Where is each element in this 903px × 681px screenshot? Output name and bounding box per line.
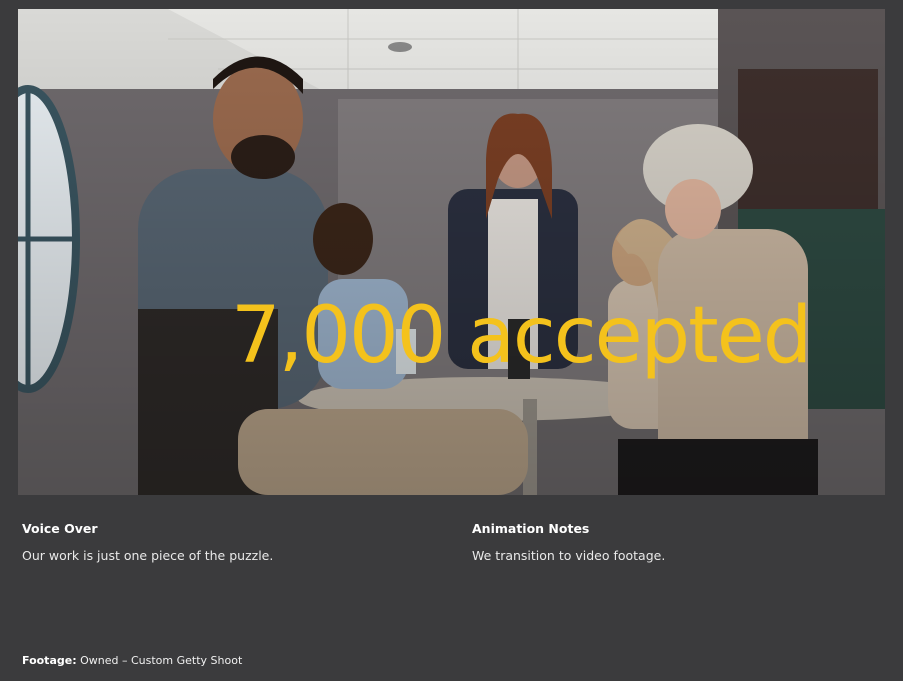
video-frame: 7,000 accepted xyxy=(18,9,885,495)
animation-notes-title: Animation Notes xyxy=(472,521,590,536)
footage-label: Footage: xyxy=(22,654,77,667)
footage-credit: Footage: Owned – Custom Getty Shoot xyxy=(22,654,242,667)
voice-over-title: Voice Over xyxy=(22,521,98,536)
footage-value: Owned – Custom Getty Shoot xyxy=(80,654,243,667)
animation-notes-section: Animation Notes We transition to video f… xyxy=(472,521,892,563)
voice-over-section: Voice Over Our work is just one piece of… xyxy=(22,521,442,563)
office-meeting-photo xyxy=(18,9,885,495)
voice-over-text: Our work is just one piece of the puzzle… xyxy=(22,548,274,563)
overlay-headline: 7,000 accepted xyxy=(231,291,812,381)
animation-notes-text: We transition to video footage. xyxy=(472,548,666,563)
